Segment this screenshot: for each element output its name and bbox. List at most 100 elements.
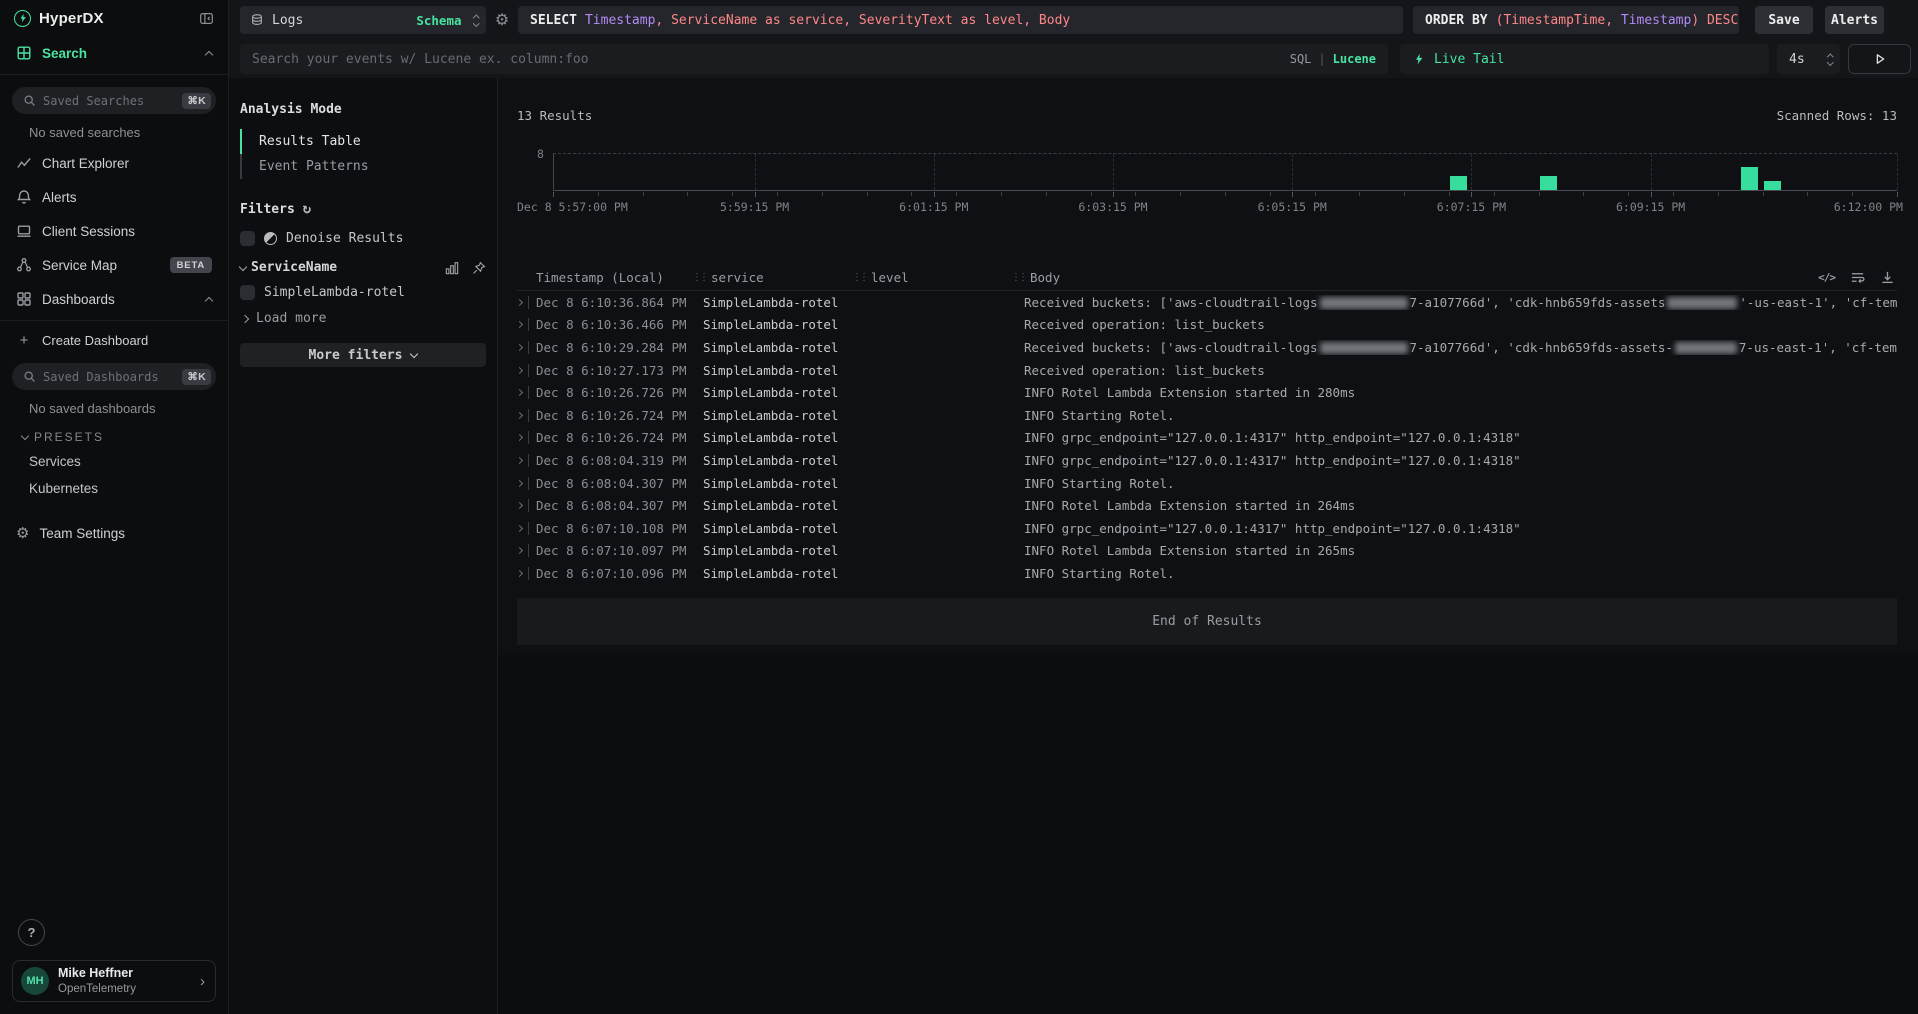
sql-mode-label[interactable]: SQL: [1290, 52, 1312, 66]
saved-dashboards-input[interactable]: [43, 370, 175, 384]
histogram-plot-area[interactable]: 8 Dec 8 5:57:00 PM5:59:15 PM6:01:15 PM6:…: [553, 153, 1897, 191]
column-drag-handle[interactable]: ⋮⋮: [692, 272, 706, 283]
log-row[interactable]: Dec 8 6:10:26.726 PM SimpleLambda-rotel …: [517, 381, 1897, 404]
orderby-expression: (TimestampTime, Timestamp) DESC: [1496, 13, 1739, 28]
pin-icon[interactable]: [472, 261, 486, 275]
download-icon[interactable]: [1880, 270, 1895, 285]
query-language-toggle[interactable]: SQL | Lucene: [1290, 52, 1376, 66]
expand-row-icon[interactable]: [516, 367, 523, 374]
log-row[interactable]: Dec 8 6:10:36.466 PM SimpleLambda-rotel …: [517, 314, 1897, 337]
column-header-level[interactable]: ⋮⋮level: [852, 270, 1011, 285]
histogram-bar[interactable]: [1741, 167, 1758, 190]
x-axis-tick: [1471, 192, 1472, 197]
expand-row-icon[interactable]: [516, 321, 523, 328]
log-row[interactable]: Dec 8 6:07:10.097 PM SimpleLambda-rotel …: [517, 540, 1897, 563]
column-drag-handle[interactable]: ⋮⋮: [852, 272, 866, 283]
log-row[interactable]: Dec 8 6:10:29.284 PM SimpleLambda-rotel …: [517, 336, 1897, 359]
column-header-body[interactable]: ⋮⋮Body: [1011, 270, 1897, 285]
load-more-button[interactable]: Load more: [229, 306, 497, 331]
user-name: Mike Heffner: [58, 966, 136, 982]
alerts-button[interactable]: Alerts: [1825, 6, 1884, 34]
orderby-expression-box[interactable]: ORDER BY (TimestampTime, Timestamp) DESC: [1413, 6, 1739, 34]
facet-value-checkbox[interactable]: [240, 285, 255, 300]
x-axis-minor-tick: [1091, 192, 1092, 196]
log-row[interactable]: Dec 8 6:10:36.864 PM SimpleLambda-rotel …: [517, 291, 1897, 314]
expand-row-icon[interactable]: [516, 434, 523, 441]
expand-row-icon[interactable]: [516, 344, 523, 351]
select-keyword: SELECT: [530, 13, 577, 28]
log-row[interactable]: Dec 8 6:08:04.307 PM SimpleLambda-rotel …: [517, 472, 1897, 495]
expand-row-icon[interactable]: [516, 570, 523, 577]
facet-value-row[interactable]: SimpleLambda-rotel: [229, 279, 497, 306]
end-of-results: End of Results: [517, 598, 1897, 645]
expand-row-icon[interactable]: [516, 502, 523, 509]
live-tail-button[interactable]: Live Tail: [1400, 44, 1769, 74]
save-button[interactable]: Save: [1755, 6, 1813, 34]
column-header-timestamp[interactable]: Timestamp (Local): [536, 270, 692, 285]
log-row[interactable]: Dec 8 6:10:26.724 PM SimpleLambda-rotel …: [517, 404, 1897, 427]
gear-icon[interactable]: ⚙: [486, 10, 518, 30]
source-selector[interactable]: Logs Schema: [240, 6, 486, 34]
facet-servicename-header[interactable]: ServiceName: [229, 252, 497, 279]
select-expression-box[interactable]: SELECT Timestamp, ServiceName as service…: [518, 6, 1403, 34]
expand-row-icon[interactable]: [516, 299, 523, 306]
sidebar-item-label: Alerts: [42, 190, 212, 205]
sidebar-item-service-map[interactable]: Service Map BETA: [0, 248, 228, 282]
expand-row-icon[interactable]: [516, 412, 523, 419]
histogram-bar[interactable]: [1540, 176, 1557, 190]
expand-row-icon[interactable]: [516, 457, 523, 464]
x-axis-minor-tick: [1718, 192, 1719, 196]
log-row[interactable]: Dec 8 6:07:10.096 PM SimpleLambda-rotel …: [517, 562, 1897, 585]
collapse-sidebar-icon[interactable]: [199, 11, 214, 26]
refresh-interval-stepper[interactable]: 4s: [1777, 44, 1840, 74]
sidebar-item-team-settings[interactable]: ⚙ Team Settings: [0, 516, 228, 550]
log-row[interactable]: Dec 8 6:10:27.173 PM SimpleLambda-rotel …: [517, 359, 1897, 382]
play-button[interactable]: [1848, 44, 1911, 74]
results-histogram[interactable]: 8 Dec 8 5:57:00 PM5:59:15 PM6:01:15 PM6:…: [553, 153, 1897, 219]
expand-row-icon[interactable]: [516, 480, 523, 487]
log-row[interactable]: Dec 8 6:08:04.319 PM SimpleLambda-rotel …: [517, 449, 1897, 472]
denoise-checkbox[interactable]: [240, 231, 255, 246]
code-view-icon[interactable]: </>: [1818, 271, 1835, 284]
column-header-service[interactable]: ⋮⋮service: [692, 270, 852, 285]
results-main: 13 Results Scanned Rows: 13 8 Dec 8 5:57…: [498, 78, 1918, 1014]
filters-header: Filters ↻: [229, 201, 497, 217]
wrap-lines-icon[interactable]: [1850, 270, 1865, 285]
chevron-up-icon: [205, 296, 213, 304]
more-filters-button[interactable]: More filters: [240, 343, 486, 367]
presets-group-header[interactable]: PRESETS: [0, 422, 228, 448]
sidebar-item-search[interactable]: Search: [0, 36, 228, 70]
divider: [0, 320, 228, 321]
mode-results-table[interactable]: Results Table: [240, 129, 497, 154]
log-service: SimpleLambda-rotel: [692, 317, 852, 332]
logo-row: HyperDX: [0, 0, 228, 36]
expand-row-icon[interactable]: [516, 525, 523, 532]
sidebar-item-dashboards[interactable]: Dashboards: [0, 282, 228, 316]
refresh-icon[interactable]: ↻: [303, 201, 311, 217]
histogram-bar[interactable]: [1450, 176, 1467, 190]
preset-item-services[interactable]: Services: [0, 448, 228, 475]
mode-event-patterns[interactable]: Event Patterns: [240, 154, 497, 179]
log-row[interactable]: Dec 8 6:08:04.307 PM SimpleLambda-rotel …: [517, 494, 1897, 517]
help-button[interactable]: ?: [18, 919, 45, 946]
create-dashboard-button[interactable]: + Create Dashboard: [0, 325, 228, 355]
expand-row-icon[interactable]: [516, 547, 523, 554]
sidebar-item-chart-explorer[interactable]: Chart Explorer: [0, 146, 228, 180]
lucene-mode-label[interactable]: Lucene: [1333, 52, 1376, 66]
sidebar-item-alerts[interactable]: Alerts: [0, 180, 228, 214]
log-row[interactable]: Dec 8 6:07:10.108 PM SimpleLambda-rotel …: [517, 517, 1897, 540]
log-row[interactable]: Dec 8 6:10:26.724 PM SimpleLambda-rotel …: [517, 427, 1897, 450]
column-drag-handle[interactable]: ⋮⋮: [1011, 272, 1025, 283]
preset-item-kubernetes[interactable]: Kubernetes: [0, 475, 228, 502]
histogram-bar[interactable]: [1764, 181, 1781, 190]
denoise-results-row[interactable]: Denoise Results: [229, 225, 497, 252]
event-search-input[interactable]: [252, 52, 1290, 67]
client-sessions-icon: [16, 223, 32, 239]
log-body-text: INFO Rotel Lambda Extension started in 2…: [1024, 385, 1355, 400]
sidebar-item-client-sessions[interactable]: Client Sessions: [0, 214, 228, 248]
expand-row-icon[interactable]: [516, 389, 523, 396]
user-card[interactable]: MH Mike Heffner OpenTelemetry ›: [12, 960, 216, 1002]
bar-chart-icon[interactable]: [445, 261, 459, 275]
saved-searches-input[interactable]: [43, 94, 175, 108]
divider: [528, 409, 529, 422]
